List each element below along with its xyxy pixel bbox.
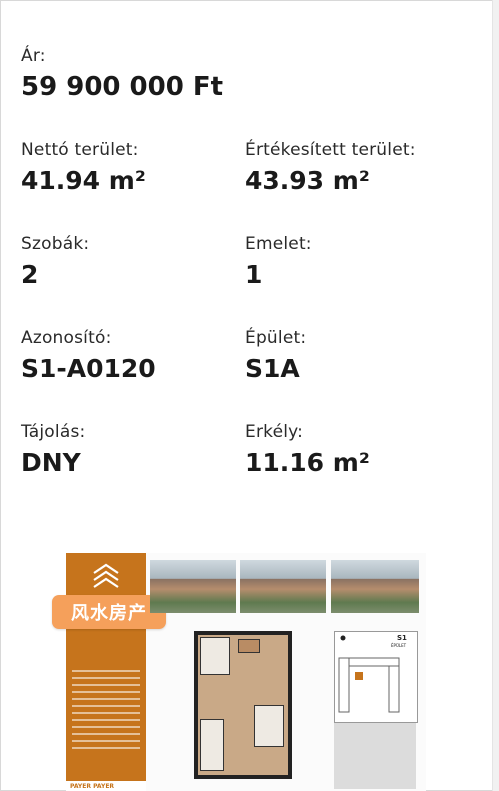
apartment-floor-plan: [194, 631, 292, 779]
spec-row: Tájolás: DNY Erkély: 11.16 m²: [21, 420, 481, 514]
balcony-label: Erkély:: [245, 422, 304, 442]
brochure-footer: PAYER PAYER: [70, 783, 115, 790]
orientation-label: Tájolás:: [21, 422, 86, 442]
price-row: Ár: 59 900 000 Ft: [21, 44, 481, 138]
rooms-label: Szobák:: [21, 234, 90, 254]
rooms-value: 2: [21, 260, 39, 289]
building-label: Épület:: [245, 328, 307, 348]
floor-value: 1: [245, 260, 263, 289]
net-area-label: Nettó terület:: [21, 140, 139, 160]
spec-row: Szobák: 2 Emelet: 1: [21, 232, 481, 326]
brochure-sidebar: PAYER PAYER: [66, 553, 146, 791]
net-area-value: 41.94 m²: [21, 166, 146, 195]
site-plan-drawing: S1 ÉPÜLET: [338, 634, 407, 713]
property-specs: Ár: 59 900 000 Ft Nettó terület: 41.94 m…: [21, 44, 481, 514]
price-label: Ár:: [21, 46, 46, 66]
building-photo: [331, 560, 419, 613]
sold-area-value: 43.93 m²: [245, 166, 370, 195]
watermark-stamp: 风水房产: [52, 595, 166, 629]
location-map: [334, 723, 416, 789]
sold-area: Értékesített terület: 43.93 m²: [245, 138, 469, 232]
floor: Emelet: 1: [245, 232, 469, 326]
orientation: Tájolás: DNY: [21, 420, 245, 514]
building-photo: [150, 560, 236, 613]
building-value: S1A: [245, 354, 300, 383]
rooms: Szobák: 2: [21, 232, 245, 326]
building-code: S1: [397, 634, 407, 642]
orientation-value: DNY: [21, 448, 81, 477]
spec-row: Azonosító: S1-A0120 Épület: S1A: [21, 326, 481, 420]
brochure-footer-bar: PAYER PAYER: [66, 781, 146, 791]
building-photo: [240, 560, 326, 613]
price-value: 59 900 000 Ft: [21, 72, 224, 102]
brochure-spec-lines: [72, 665, 140, 754]
floor-label: Emelet:: [245, 234, 312, 254]
identifier-label: Azonosító:: [21, 328, 112, 348]
floor-plan-brochure-image[interactable]: PAYER PAYER 风水房产 S1 ÉPÜLET: [52, 553, 426, 791]
balcony: Erkély: 11.16 m²: [245, 420, 469, 514]
net-area: Nettó terület: 41.94 m²: [21, 138, 245, 232]
spec-row: Nettó terület: 41.94 m² Értékesített ter…: [21, 138, 481, 232]
building-label: ÉPÜLET: [391, 643, 407, 648]
identifier-value: S1-A0120: [21, 354, 156, 383]
building-site-plan: S1 ÉPÜLET: [334, 631, 418, 723]
scrollbar[interactable]: [492, 0, 499, 791]
sold-area-label: Értékesített terület:: [245, 140, 416, 160]
price: Ár: 59 900 000 Ft: [21, 44, 481, 138]
building: Épület: S1A: [245, 326, 469, 420]
balcony-value: 11.16 m²: [245, 448, 370, 477]
identifier: Azonosító: S1-A0120: [21, 326, 245, 420]
chevron-logo-icon: [93, 563, 119, 588]
